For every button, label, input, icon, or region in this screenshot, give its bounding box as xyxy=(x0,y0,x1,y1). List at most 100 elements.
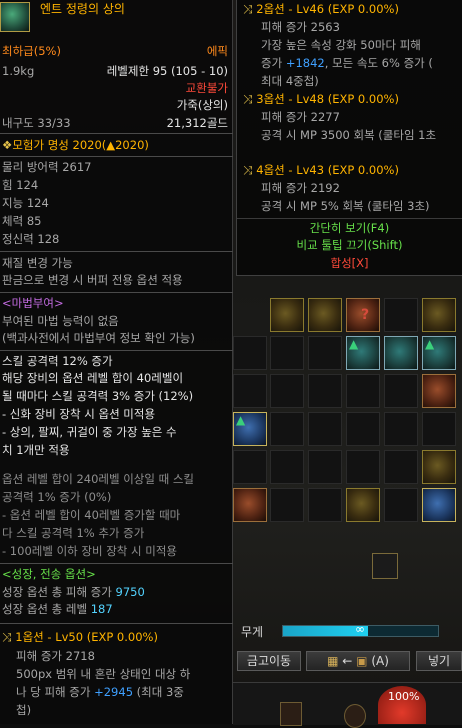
inventory-slot[interactable] xyxy=(308,450,342,484)
inventory-slot[interactable] xyxy=(308,488,342,522)
effect-line: 해당 장비의 옵션 레벨 합이 40레벨이 xyxy=(2,371,184,385)
growth-damage-row: 성장 옵션 총 피해 증가 9750 xyxy=(2,585,228,601)
inventory-slot[interactable] xyxy=(233,336,267,370)
inventory-slot[interactable] xyxy=(384,450,418,484)
effect2-line: - 옵션 레벨 합이 40레벨 증가할 때마 xyxy=(2,508,181,522)
inventory-slot[interactable] xyxy=(384,298,418,332)
put-in-button[interactable]: 넣기 xyxy=(416,651,462,671)
inventory-slot[interactable] xyxy=(270,298,304,332)
auto-move-button[interactable]: ▦ ← ▣ (A) xyxy=(306,651,410,671)
quick-slot[interactable] xyxy=(372,553,398,579)
inventory-slot[interactable] xyxy=(384,488,418,522)
hexagon-option-icon: ⤨ xyxy=(2,630,12,644)
option3-desc: 공격 시 MP 3500 회복 (쿨타임 1초 xyxy=(261,128,437,142)
inventory-slot[interactable] xyxy=(233,374,267,408)
box-icon: ▣ xyxy=(356,654,368,668)
stat-line: 지능 124 xyxy=(2,196,49,210)
inventory-slot[interactable] xyxy=(346,488,380,522)
option2-desc-a: 증가 xyxy=(261,56,286,70)
effect-line: 스킬 공격력 12% 증가 xyxy=(2,354,113,368)
hexagon-option-icon: ⤨ xyxy=(243,2,253,16)
fame-row: ❖모험가 명성 2020(▲2020) xyxy=(2,138,228,154)
inventory-slot[interactable] xyxy=(270,488,304,522)
item-tooltip-continued: ⤨ 2옵션 - Lv46 (EXP 0.00%) 피해 증가 2563 가장 높… xyxy=(236,0,462,276)
inventory-slot[interactable] xyxy=(422,488,456,522)
item-rarity: 에픽 xyxy=(206,44,228,58)
arrow-left-icon: ← xyxy=(342,654,353,668)
divider xyxy=(0,623,233,624)
inventory-slot[interactable] xyxy=(270,412,304,446)
option1-desc: 나 당 피해 증가 +2945 (최대 3중 xyxy=(16,685,228,701)
effect-line: - 상의, 팔찌, 귀걸이 중 가장 높은 수 xyxy=(2,425,177,439)
option1-damage: 피해 증가 2718 xyxy=(16,649,95,663)
inventory-slot[interactable]: ▲ xyxy=(422,336,456,370)
item-price: 21,312골드 xyxy=(166,116,228,130)
divider xyxy=(0,133,233,134)
inventory-slot[interactable] xyxy=(384,374,418,408)
divider xyxy=(0,251,233,252)
stat-line: 체력 85 xyxy=(2,214,42,228)
effect2-line: 옵션 레벨 합이 240레벨 이상일 때 스킬 xyxy=(2,472,195,486)
auto-move-key: (A) xyxy=(371,654,389,668)
item-name: 엔트 정령의 상의 xyxy=(40,2,125,16)
put-in-label: 넣기 xyxy=(427,654,451,668)
inventory-slot[interactable] xyxy=(422,374,456,408)
hud-skill-icon[interactable] xyxy=(280,702,302,726)
option1-desc-value: +2945 xyxy=(94,685,134,699)
compare-tooltip-toggle[interactable]: 비교 툴팁 끄기(Shift) xyxy=(237,238,462,254)
magic-line: 부여된 마법 능력이 없음 xyxy=(2,314,119,328)
inventory-slot[interactable] xyxy=(233,488,267,522)
effect-line: 치 1개만 적용 xyxy=(2,443,70,457)
option2-title-row: ⤨ 2옵션 - Lv46 (EXP 0.00%) xyxy=(243,2,462,18)
inventory-slot[interactable]: ▲ xyxy=(346,336,380,370)
growth-damage-label: 성장 옵션 총 피해 증가 xyxy=(2,585,112,599)
inventory-slot[interactable] xyxy=(346,374,380,408)
inventory-slot[interactable] xyxy=(422,298,456,332)
option1-title-row: ⤨ 1옵션 - Lv50 (EXP 0.00%) xyxy=(2,630,228,646)
divider xyxy=(0,292,233,293)
effect2-line: 다 스킬 공격력 1% 추가 증가 xyxy=(2,526,145,540)
inventory-slot[interactable] xyxy=(422,450,456,484)
inventory-slot[interactable] xyxy=(270,374,304,408)
vault-move-button[interactable]: 금고이동 xyxy=(237,651,301,671)
divider xyxy=(0,350,233,351)
inventory-slot[interactable]: ▲ xyxy=(233,412,267,446)
inventory-slot[interactable] xyxy=(346,412,380,446)
inventory-slot[interactable] xyxy=(422,412,456,446)
growth-level-row: 성장 옵션 총 레벨 187 xyxy=(2,602,228,618)
simple-view-button[interactable]: 간단히 보기(F4) xyxy=(237,221,462,237)
inventory-slot[interactable] xyxy=(308,374,342,408)
inventory-slot[interactable] xyxy=(308,412,342,446)
option2-desc-value: +1842 xyxy=(285,56,325,70)
magic-header: <마법부여> xyxy=(2,296,64,310)
effect2-line: - 100레벨 이하 장비 장착 시 미적용 xyxy=(2,544,177,558)
stat-line: 정신력 128 xyxy=(2,232,60,246)
inventory-slot[interactable] xyxy=(308,336,342,370)
option4-title: 4옵션 - Lv43 (EXP 0.00%) xyxy=(256,163,399,177)
inventory-slot[interactable] xyxy=(346,450,380,484)
inventory-grid: ? ▲ ▲ ▲ xyxy=(233,268,462,540)
hud-skill-icon[interactable] xyxy=(344,704,366,728)
option2-desc: 가장 높은 속성 강화 50마다 피해 xyxy=(261,38,421,52)
inventory-slot[interactable]: ? xyxy=(346,298,380,332)
item-tooltip: 엔트 정령의 상의 최하급(5%) 에픽 1.9kg 레벨제한 95 (105 … xyxy=(0,0,233,724)
option2-desc: 증가 +1842, 모든 속도 6% 증가 ( xyxy=(261,56,462,72)
compose-button[interactable]: 합성[X] xyxy=(237,256,462,272)
inventory-slot[interactable] xyxy=(233,450,267,484)
option3-title-row: ⤨ 3옵션 - Lv48 (EXP 0.00%) xyxy=(243,92,462,108)
growth-header: <성장, 전송 옵션> xyxy=(2,567,96,581)
item-trade: 교환불가 xyxy=(185,81,228,95)
inventory-slot[interactable] xyxy=(270,450,304,484)
option1-desc-a: 나 당 피해 증가 xyxy=(16,685,95,699)
weight-value: ∞ xyxy=(355,622,365,636)
inventory-slot[interactable] xyxy=(270,336,304,370)
growth-level-label: 성장 옵션 총 레벨 xyxy=(2,602,88,616)
option4-title-row: ⤨ 4옵션 - Lv43 (EXP 0.00%) xyxy=(243,163,462,179)
magic-line: (백과사전에서 마법부여 정보 확인 가능) xyxy=(2,331,195,345)
inventory-slot[interactable] xyxy=(384,412,418,446)
option2-desc: 최대 4중첩) xyxy=(261,74,319,88)
option2-title: 2옵션 - Lv46 (EXP 0.00%) xyxy=(256,2,399,16)
growth-level-value: 187 xyxy=(90,602,113,616)
inventory-slot[interactable] xyxy=(384,336,418,370)
inventory-slot[interactable] xyxy=(308,298,342,332)
